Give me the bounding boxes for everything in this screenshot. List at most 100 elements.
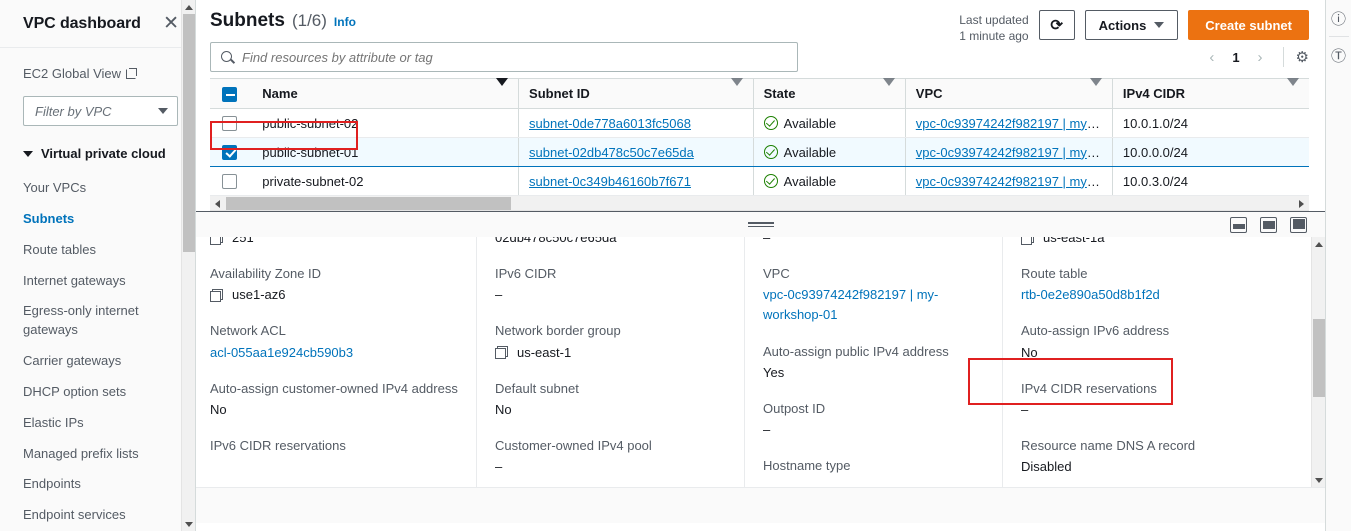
row-checkbox[interactable] xyxy=(222,174,237,190)
table-row[interactable]: public-subnet-02 subnet-0de778a6013fc5068… xyxy=(210,108,1309,138)
split-panel-resize-bar[interactable] xyxy=(196,211,1325,237)
sidebar-item-managed-prefix-lists[interactable]: Managed prefix lists xyxy=(23,439,179,470)
panel-medium-icon[interactable] xyxy=(1260,216,1277,233)
info-link[interactable]: Info xyxy=(334,15,356,29)
scroll-right-icon[interactable] xyxy=(1294,196,1309,211)
copy-icon[interactable] xyxy=(1021,237,1034,245)
detail-value: – xyxy=(495,459,503,475)
sort-icon[interactable] xyxy=(1089,78,1102,101)
subnet-id-link[interactable]: subnet-02db478c50c7e65da xyxy=(529,145,694,160)
last-updated-line-2: 1 minute ago xyxy=(959,29,1029,44)
detail-field: Default subnet No xyxy=(495,379,726,420)
detail-label: Hostname type xyxy=(763,458,851,474)
detail-value: 251 xyxy=(232,237,254,245)
detail-field: – xyxy=(763,237,984,248)
detail-field: VPC vpc-0c93974242f982197 | my-workshop-0… xyxy=(763,264,984,325)
sort-icon[interactable] xyxy=(496,78,509,101)
cell-subnet-id: subnet-0de778a6013fc5068 xyxy=(518,108,754,138)
status-available-icon xyxy=(763,145,778,159)
details-columns: 251 Availability Zone ID use1-az6 Network A… xyxy=(210,237,1309,487)
column-label: Name xyxy=(262,86,298,101)
subnet-id-link[interactable]: subnet-0c349b46160b7f671 xyxy=(529,174,691,189)
sidebar-item-your-vpcs[interactable]: Your VPCs xyxy=(23,173,179,204)
sidebar-item-endpoint-services[interactable]: Endpoint services xyxy=(23,500,179,531)
sidebar-item-egress-only-internet-gateways[interactable]: Egress-only internet gateways xyxy=(23,296,179,346)
detail-value[interactable]: acl-055aa1e924cb590b3 xyxy=(210,343,458,363)
sidebar: VPC dashboard ✕ EC2 Global View Filter b… xyxy=(0,0,196,531)
detail-label: VPC xyxy=(763,266,790,282)
column-label: VPC xyxy=(915,86,943,101)
sidebar-scroll-thumb[interactable] xyxy=(183,14,195,252)
vpc-link[interactable]: vpc-0c93974242f982197 | my-... xyxy=(916,145,1102,160)
detail-value[interactable]: rtb-0e2e890a50d8b1f2d xyxy=(1021,285,1269,305)
detail-label: Auto-assign customer-owned IPv4 address xyxy=(210,380,458,396)
row-select-cell xyxy=(210,137,253,167)
cell-ipv4-cidr: 10.0.3.0/24 xyxy=(1111,166,1309,196)
vpc-filter-placeholder: Filter by VPC xyxy=(35,103,112,119)
horizontal-scroll-thumb[interactable] xyxy=(226,197,511,210)
subnet-id-link[interactable]: subnet-0de778a6013fc5068 xyxy=(529,116,691,131)
support-icon[interactable]: Ⓣ xyxy=(1328,43,1350,67)
create-subnet-button[interactable]: Create subnet xyxy=(1188,10,1309,40)
gear-icon[interactable]: ⚙ xyxy=(1296,50,1309,65)
detail-field: IPv4 CIDR reservations – xyxy=(1021,379,1269,420)
row-checkbox[interactable] xyxy=(222,145,237,161)
sidebar-item-ec2-global-view[interactable]: EC2 Global View xyxy=(23,66,179,81)
sort-icon[interactable] xyxy=(1287,78,1299,101)
close-icon[interactable]: ✕ xyxy=(163,14,179,33)
sidebar-item-subnets[interactable]: Subnets xyxy=(23,204,179,235)
search-input[interactable] xyxy=(242,49,787,65)
actions-dropdown-button[interactable]: Actions xyxy=(1084,10,1179,40)
sidebar-item-dhcp-option-sets[interactable]: DHCP option sets xyxy=(23,377,179,408)
detail-label: Resource name DNS A record xyxy=(1021,437,1196,453)
sidebar-item-internet-gateways[interactable]: Internet gateways xyxy=(23,266,179,297)
scroll-down-icon[interactable] xyxy=(182,517,195,531)
refresh-button[interactable]: ⟳ xyxy=(1038,10,1075,40)
sidebar-item-carrier-gateways[interactable]: Carrier gateways xyxy=(23,346,179,377)
detail-field: 251 xyxy=(210,237,458,248)
search-box[interactable] xyxy=(210,42,798,72)
scroll-up-icon[interactable] xyxy=(1312,237,1325,251)
sidebar-group-virtual-private-cloud[interactable]: Virtual private cloud xyxy=(23,146,179,161)
chevron-down-icon xyxy=(158,108,168,114)
table-horizontal-scrollbar[interactable] xyxy=(210,196,1309,211)
sort-icon[interactable] xyxy=(730,78,743,101)
cell-name: public-subnet-02 xyxy=(252,108,519,138)
panel-full-icon[interactable] xyxy=(1290,216,1307,233)
vpc-filter-select[interactable]: Filter by VPC xyxy=(23,96,178,126)
sidebar-item-route-tables[interactable]: Route tables xyxy=(23,235,179,266)
drag-handle-icon[interactable] xyxy=(747,220,774,229)
vpc-link[interactable]: vpc-0c93974242f982197 | my-... xyxy=(916,174,1102,189)
scroll-down-icon[interactable] xyxy=(1312,473,1325,487)
row-checkbox[interactable] xyxy=(222,116,237,132)
actions-label: Actions xyxy=(1098,17,1147,33)
scroll-left-icon[interactable] xyxy=(210,196,225,211)
copy-icon[interactable] xyxy=(495,346,508,360)
vpc-link[interactable]: vpc-0c93974242f982197 | my-... xyxy=(916,116,1102,131)
sidebar-scrollbar[interactable] xyxy=(181,0,195,531)
cell-subnet-id: subnet-02db478c50c7e65da xyxy=(518,137,754,167)
pagination-prev-icon[interactable]: ‹ xyxy=(1201,50,1222,65)
detail-field: Outpost ID – xyxy=(763,399,984,440)
info-circle-icon[interactable]: ⓘ xyxy=(1328,6,1350,30)
detail-value: No xyxy=(1021,344,1038,360)
column-header-subnet-id: Subnet ID xyxy=(518,78,754,109)
panel-bottom-icon[interactable] xyxy=(1230,216,1247,233)
select-all-checkbox[interactable] xyxy=(222,86,237,102)
panel-layout-toggles xyxy=(1230,216,1307,233)
sidebar-item-elastic-ips[interactable]: Elastic IPs xyxy=(23,408,179,439)
detail-value[interactable]: vpc-0c93974242f982197 | my-workshop-01 xyxy=(763,285,984,325)
pagination-page-number[interactable]: 1 xyxy=(1226,50,1245,65)
scroll-up-icon[interactable] xyxy=(182,0,195,14)
table-row[interactable]: private-subnet-02 subnet-0c349b46160b7f67… xyxy=(210,166,1309,196)
sort-icon[interactable] xyxy=(882,78,895,101)
copy-icon[interactable] xyxy=(210,237,223,245)
details-vertical-scrollbar[interactable] xyxy=(1311,237,1325,487)
subnets-table: Name Subnet ID State VPC IPv4 CIDR publi… xyxy=(210,78,1309,196)
page-title-count: (1/6) xyxy=(291,11,327,30)
copy-icon[interactable] xyxy=(210,288,223,302)
sidebar-item-endpoints[interactable]: Endpoints xyxy=(23,469,179,500)
pagination-next-icon[interactable]: › xyxy=(1250,50,1271,65)
details-scroll-thumb[interactable] xyxy=(1313,319,1325,397)
table-row[interactable]: public-subnet-01 subnet-02db478c50c7e65da… xyxy=(210,137,1309,167)
